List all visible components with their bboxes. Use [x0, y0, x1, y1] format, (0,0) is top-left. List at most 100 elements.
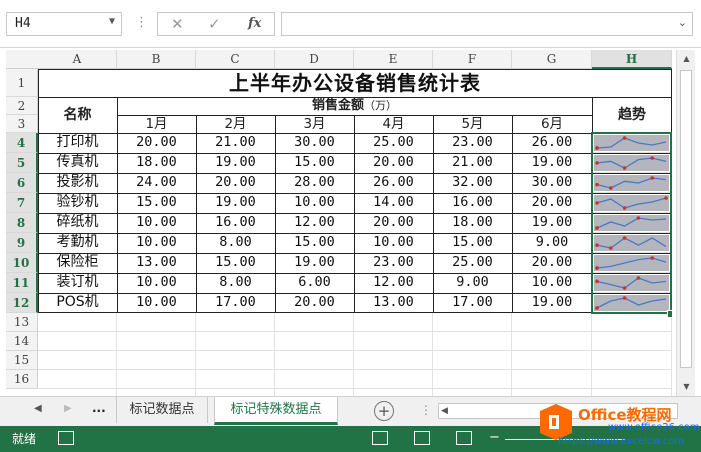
row-header-11[interactable]: 11 [6, 273, 38, 293]
sales-value[interactable]: 28.00 [275, 173, 354, 193]
sales-value[interactable]: 23.00 [354, 253, 433, 273]
chevron-down-icon[interactable]: ▼ [109, 16, 115, 27]
macro-record-icon[interactable] [58, 431, 74, 445]
sales-value[interactable]: 10.00 [117, 213, 196, 233]
sales-value[interactable]: 19.00 [512, 213, 592, 233]
row-header-16[interactable]: 16 [6, 370, 38, 389]
row-header-13[interactable]: 13 [6, 313, 38, 332]
sales-value[interactable]: 30.00 [275, 133, 354, 153]
header-month[interactable]: 5月 [433, 115, 512, 133]
sparkline[interactable] [594, 155, 669, 171]
row-header-9[interactable]: 9 [6, 233, 38, 253]
row-header-1[interactable]: 1 [6, 69, 38, 97]
sales-value[interactable]: 18.00 [433, 213, 512, 233]
fill-handle[interactable] [667, 310, 672, 318]
sales-value[interactable]: 15.00 [275, 153, 354, 173]
item-name[interactable]: 保险柜 [38, 253, 117, 273]
column-header-c[interactable]: C [196, 50, 275, 69]
sales-value[interactable]: 10.00 [512, 273, 592, 293]
sales-value[interactable]: 17.00 [196, 293, 275, 313]
sparkline[interactable] [594, 175, 669, 191]
chevron-down-icon[interactable]: ⌄ [678, 16, 687, 29]
scroll-thumb[interactable] [680, 70, 692, 368]
vertical-dots-icon[interactable]: ⋮ [420, 403, 432, 417]
item-name[interactable]: 传真机 [38, 153, 117, 173]
scroll-down-icon[interactable]: ▼ [677, 378, 696, 396]
vertical-dots-icon[interactable]: ⋮ [135, 15, 148, 30]
scroll-up-icon[interactable]: ▲ [677, 50, 696, 68]
sales-value[interactable]: 12.00 [275, 213, 354, 233]
insert-function-icon[interactable]: fx [248, 16, 261, 31]
tab-mark-special-data-points[interactable]: 标记特殊数据点 [214, 397, 338, 425]
header-month[interactable]: 4月 [354, 115, 433, 133]
sales-value[interactable]: 15.00 [196, 253, 275, 273]
row-header-6[interactable]: 6 [6, 173, 38, 193]
sales-value[interactable]: 19.00 [512, 153, 592, 173]
sparkline[interactable] [594, 135, 669, 151]
sales-value[interactable]: 17.00 [433, 293, 512, 313]
more-sheets-button[interactable]: ... [92, 401, 106, 415]
sales-value[interactable]: 21.00 [196, 133, 275, 153]
item-name[interactable]: 投影机 [38, 173, 117, 193]
row-header-5[interactable]: 5 [6, 153, 38, 173]
column-header-g[interactable]: G [512, 50, 592, 69]
sales-value[interactable]: 16.00 [196, 213, 275, 233]
sales-value[interactable]: 9.00 [512, 233, 592, 253]
sales-value[interactable]: 10.00 [275, 193, 354, 213]
item-name[interactable]: 考勤机 [38, 233, 117, 253]
sales-value[interactable]: 13.00 [117, 253, 196, 273]
page-break-view-icon[interactable] [456, 431, 472, 445]
formula-input[interactable]: ⌄ [281, 12, 693, 36]
sales-value[interactable]: 19.00 [196, 193, 275, 213]
header-sales-amount[interactable]: 销售金额（万） [117, 97, 592, 115]
sales-value[interactable]: 20.00 [512, 253, 592, 273]
cancel-icon[interactable]: ✕ [171, 15, 184, 33]
row-header-12[interactable]: 12 [6, 293, 38, 313]
sales-value[interactable]: 30.00 [512, 173, 592, 193]
sales-value[interactable]: 21.00 [433, 153, 512, 173]
sparkline[interactable] [594, 215, 669, 231]
sales-value[interactable]: 20.00 [354, 213, 433, 233]
item-name[interactable]: 碎纸机 [38, 213, 117, 233]
sales-value[interactable]: 15.00 [117, 193, 196, 213]
sales-value[interactable]: 20.00 [196, 173, 275, 193]
column-header-a[interactable]: A [38, 50, 117, 69]
column-header-f[interactable]: F [433, 50, 512, 69]
table-title[interactable]: 上半年办公设备销售统计表 [38, 69, 672, 97]
item-name[interactable]: 验钞机 [38, 193, 117, 213]
header-month[interactable]: 1月 [117, 115, 196, 133]
sales-value[interactable]: 10.00 [354, 233, 433, 253]
sales-value[interactable]: 10.00 [117, 233, 196, 253]
column-header-h[interactable]: H [592, 50, 672, 69]
sales-value[interactable]: 18.00 [117, 153, 196, 173]
tab-mark-data-points[interactable]: 标记数据点 [116, 397, 208, 423]
check-icon[interactable]: ✓ [208, 15, 221, 33]
scroll-left-icon[interactable]: ◀ [441, 404, 448, 418]
sparkline[interactable] [594, 235, 669, 251]
sales-value[interactable]: 8.00 [196, 273, 275, 293]
row-header-15[interactable]: 15 [6, 351, 38, 370]
header-trend[interactable]: 趋势 [592, 97, 672, 133]
sparkline[interactable] [594, 295, 669, 311]
sales-value[interactable]: 15.00 [433, 233, 512, 253]
sales-value[interactable]: 20.00 [275, 293, 354, 313]
sales-value[interactable]: 15.00 [275, 233, 354, 253]
sales-value[interactable]: 13.00 [354, 293, 433, 313]
sales-value[interactable]: 24.00 [117, 173, 196, 193]
sales-value[interactable]: 20.00 [354, 153, 433, 173]
add-sheet-icon[interactable]: + [374, 401, 394, 421]
column-header-d[interactable]: D [275, 50, 354, 69]
header-month[interactable]: 6月 [512, 115, 592, 133]
sales-value[interactable]: 32.00 [433, 173, 512, 193]
sales-value[interactable]: 9.00 [433, 273, 512, 293]
normal-view-icon[interactable] [372, 431, 388, 445]
column-header-e[interactable]: E [354, 50, 433, 69]
sales-value[interactable]: 12.00 [354, 273, 433, 293]
sales-value[interactable]: 26.00 [512, 133, 592, 153]
next-sheet-icon[interactable]: ▶ [64, 403, 72, 414]
sales-value[interactable]: 10.00 [117, 293, 196, 313]
row-header-7[interactable]: 7 [6, 193, 38, 213]
sales-value[interactable]: 20.00 [117, 133, 196, 153]
sales-value[interactable]: 8.00 [196, 233, 275, 253]
zoom-out-icon[interactable]: − [489, 430, 500, 445]
